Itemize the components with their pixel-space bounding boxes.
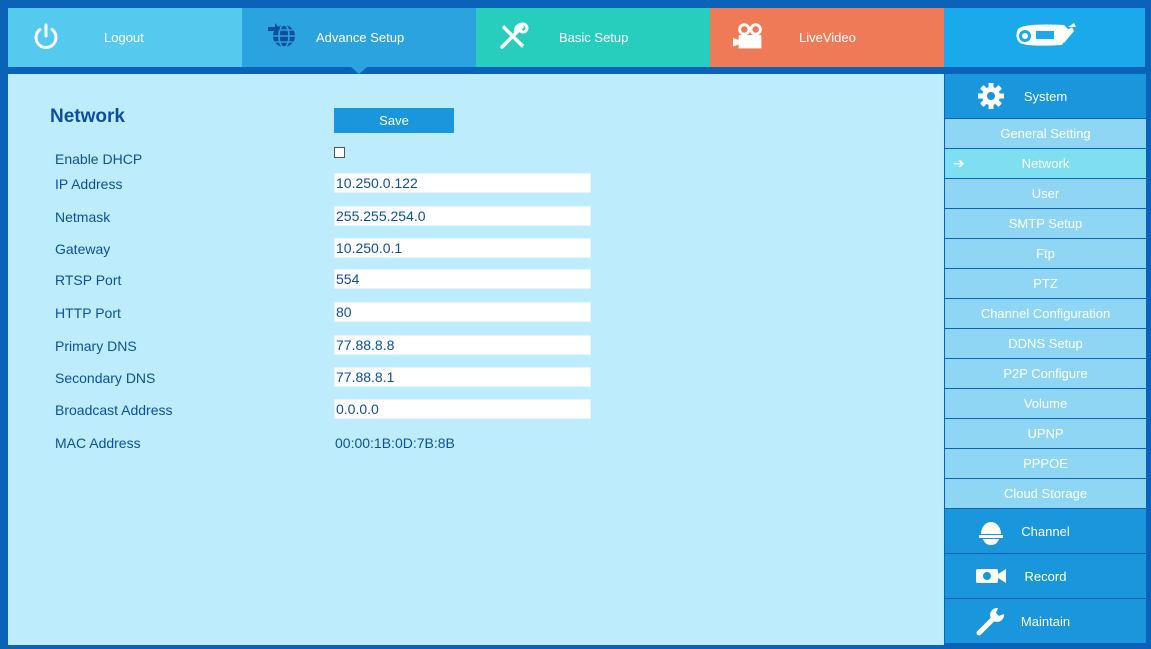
- field-label-broadcast: Broadcast Address: [55, 402, 173, 418]
- tab-livevideo[interactable]: LiveVideo: [710, 8, 944, 67]
- sidebar-item-user[interactable]: User: [945, 179, 1146, 208]
- sidebar-item-smtp-setup[interactable]: SMTP Setup: [945, 209, 1146, 238]
- settings-sidebar: System General Setting ➔ Network User SM…: [945, 74, 1146, 645]
- sidebar-item-cloud-storage[interactable]: Cloud Storage: [945, 479, 1146, 508]
- field-label-mac: MAC Address: [55, 435, 141, 451]
- tab-advance-setup-label: Advance Setup: [316, 30, 405, 45]
- sidebar-item-volume[interactable]: Volume: [945, 389, 1146, 418]
- field-label-netmask: Netmask: [55, 209, 111, 225]
- tab-basic-setup-label: Basic Setup: [559, 30, 629, 45]
- sidebar-item-ftp[interactable]: Ftp: [945, 239, 1146, 268]
- netmask-input[interactable]: [334, 206, 591, 226]
- form-row-netmask: Netmask: [8, 206, 944, 230]
- tab-livevideo-label: LiveVideo: [799, 30, 856, 45]
- gateway-input[interactable]: [334, 238, 591, 258]
- globe-gear-icon: [264, 19, 300, 55]
- field-label-http: HTTP Port: [55, 305, 121, 321]
- tab-logout-label: Logout: [104, 30, 144, 45]
- http-port-input[interactable]: [334, 302, 591, 322]
- sidebar-section-system-label: System: [1023, 89, 1068, 104]
- field-label-primary-dns: Primary DNS: [55, 338, 137, 354]
- sidebar-item-upnp[interactable]: UPNP: [945, 419, 1146, 448]
- save-button[interactable]: Save: [334, 108, 454, 133]
- sidebar-item-network-label: Network: [1021, 156, 1070, 171]
- secondary-dns-input[interactable]: [334, 367, 591, 387]
- ip-address-input[interactable]: [334, 173, 591, 193]
- power-icon: [28, 19, 64, 55]
- sidebar-item-pppoe[interactable]: PPPOE: [945, 449, 1146, 478]
- sidebar-section-record-label: Record: [1024, 569, 1067, 584]
- sidebar-item-channel-configuration[interactable]: Channel Configuration: [945, 299, 1146, 328]
- sidebar-item-ddns-setup[interactable]: DDNS Setup: [945, 329, 1146, 358]
- sidebar-item-p2p-configure[interactable]: P2P Configure: [945, 359, 1146, 388]
- arrow-right-icon: ➔: [953, 155, 965, 171]
- form-row-broadcast: Broadcast Address: [8, 399, 944, 423]
- rtsp-port-input[interactable]: [334, 269, 591, 289]
- sidebar-section-maintain-label: Maintain: [1020, 614, 1071, 629]
- form-row-gateway: Gateway: [8, 238, 944, 262]
- mac-address-value: 00:00:1B:0D:7B:8B: [335, 435, 455, 451]
- form-row-secondary-dns: Secondary DNS: [8, 367, 944, 391]
- camera-logo: [944, 8, 1145, 67]
- primary-dns-input[interactable]: [334, 335, 591, 355]
- tab-advance-setup[interactable]: Advance Setup: [242, 8, 476, 74]
- video-camera-icon: [732, 19, 768, 55]
- sidebar-item-network[interactable]: ➔ Network: [945, 149, 1146, 178]
- active-tab-caret: [351, 67, 367, 74]
- page-title: Network: [50, 106, 125, 127]
- sidebar-section-record[interactable]: Record: [945, 554, 1146, 598]
- network-settings-panel: Network Save Enable DHCP IP Address Netm…: [8, 74, 944, 645]
- form-row-dhcp: Enable DHCP: [8, 147, 944, 172]
- sidebar-section-channel[interactable]: Channel: [945, 509, 1146, 553]
- dhcp-checkbox[interactable]: [334, 147, 345, 158]
- field-label-ip: IP Address: [55, 176, 123, 192]
- sidebar-section-channel-label: Channel: [1021, 524, 1070, 539]
- broadcast-address-input[interactable]: [334, 399, 591, 419]
- form-row-http: HTTP Port: [8, 302, 944, 326]
- form-row-mac: MAC Address 00:00:1B:0D:7B:8B: [8, 432, 944, 456]
- tools-icon: [496, 19, 532, 55]
- sidebar-item-general-setting[interactable]: General Setting: [945, 119, 1146, 148]
- form-row-primary-dns: Primary DNS: [8, 335, 944, 359]
- form-row-rtsp: RTSP Port: [8, 269, 944, 293]
- field-label-dhcp: Enable DHCP: [55, 151, 143, 167]
- top-navigation: Logout Advance Setup Basic Setup LiveVid…: [8, 8, 1145, 74]
- field-label-rtsp: RTSP Port: [55, 272, 122, 288]
- field-label-secondary-dns: Secondary DNS: [55, 370, 156, 386]
- form-row-ip: IP Address: [8, 173, 944, 197]
- sidebar-item-ptz[interactable]: PTZ: [945, 269, 1146, 298]
- bullet-camera-icon: [1014, 21, 1076, 56]
- field-label-gateway: Gateway: [55, 241, 111, 257]
- tab-basic-setup[interactable]: Basic Setup: [476, 8, 710, 67]
- sidebar-section-maintain[interactable]: Maintain: [945, 599, 1146, 643]
- sidebar-section-system[interactable]: System: [945, 74, 1146, 118]
- tab-logout[interactable]: Logout: [8, 8, 242, 67]
